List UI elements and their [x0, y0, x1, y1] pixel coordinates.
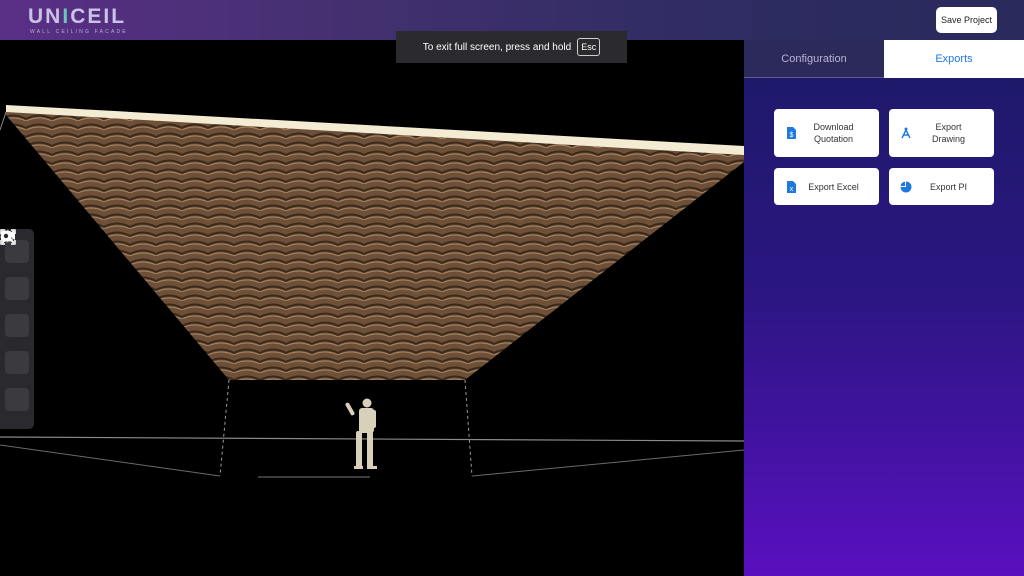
esc-key-badge: Esc — [577, 38, 601, 56]
download-quotation-line1: Download — [813, 122, 854, 132]
export-pi-label: Export PI — [929, 181, 967, 192]
pie-chart-icon — [900, 181, 912, 192]
3d-viewport[interactable] — [0, 40, 744, 576]
ceiling-panel — [6, 110, 744, 380]
export-excel-label: Export Excel — [808, 181, 859, 192]
video-camera-icon[interactable] — [1, 231, 29, 411]
excel-file-icon: x — [787, 180, 796, 193]
side-panel: Configuration Exports $ Download Quotatio… — [744, 40, 1024, 576]
view-toolbox — [0, 229, 34, 429]
svg-text:x: x — [790, 186, 794, 193]
export-drawing-line2: Drawing — [931, 134, 965, 144]
human-scale-figure — [345, 398, 377, 469]
fullscreen-notice: To exit full screen, press and hold Esc — [396, 31, 627, 63]
export-excel-button[interactable]: x Export Excel — [774, 168, 879, 205]
export-pi-button[interactable]: Export PI — [889, 168, 994, 205]
save-project-button[interactable]: Save Project — [936, 7, 997, 33]
download-quotation-line2: Quotation — [813, 134, 854, 144]
focus-icon[interactable] — [0, 229, 29, 374]
export-drawing-line1: Export — [935, 122, 962, 132]
logo-tagline: WALL CEILING FACADE — [30, 29, 128, 35]
tab-exports[interactable]: Exports — [884, 40, 1024, 78]
download-quotation-button[interactable]: $ Download Quotation — [774, 109, 879, 157]
fullscreen-notice-text: To exit full screen, press and hold — [422, 41, 572, 53]
document-dollar-icon: $ — [787, 127, 796, 139]
scene-render — [0, 105, 744, 478]
tab-configuration[interactable]: Configuration — [744, 40, 884, 78]
panel-tabs: Configuration Exports — [744, 40, 1024, 78]
svg-text:$: $ — [790, 132, 794, 139]
drafting-compass-icon — [901, 127, 911, 139]
expand-icon[interactable] — [0, 229, 29, 337]
3d-cube-icon[interactable] — [0, 229, 29, 300]
logo: UNICEIL — [28, 5, 127, 28]
export-drawing-button[interactable]: Export Drawing — [889, 109, 994, 157]
